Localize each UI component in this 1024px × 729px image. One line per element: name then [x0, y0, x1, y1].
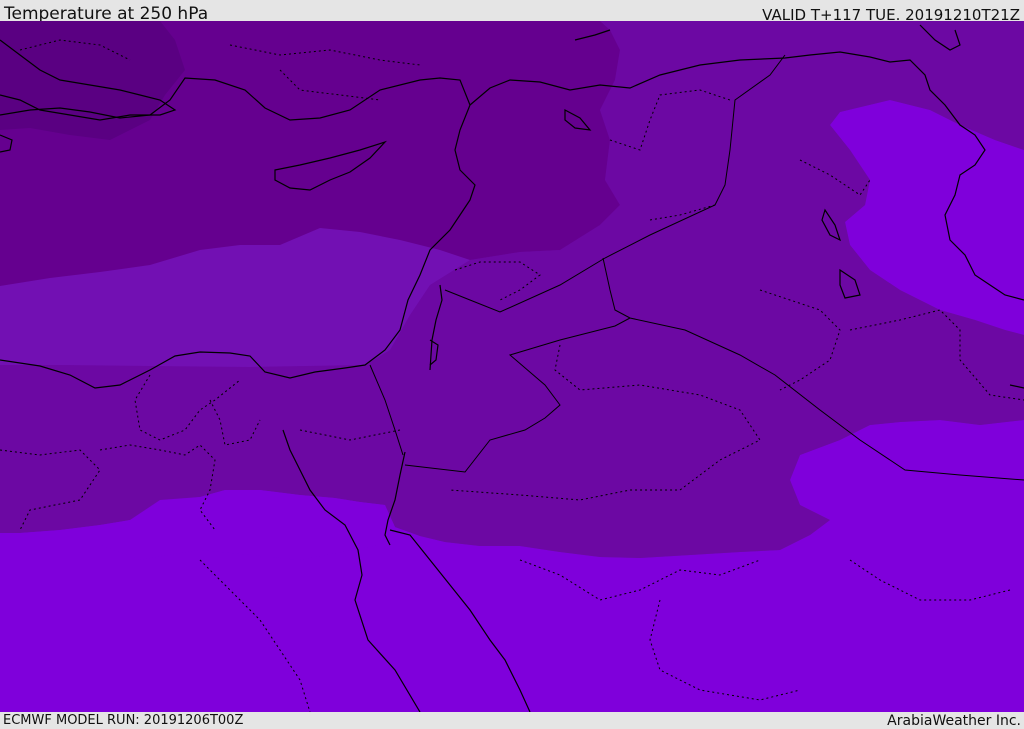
map-view[interactable] — [0, 21, 1024, 712]
footer-bar: ECMWF MODEL RUN: 20191206T00Z ArabiaWeat… — [0, 712, 1024, 729]
header-bar: Temperature at 250 hPa VALID T+117 TUE. … — [0, 0, 1024, 24]
model-run: ECMWF MODEL RUN: 20191206T00Z — [3, 713, 244, 728]
temperature-map — [0, 21, 1024, 712]
credit: ArabiaWeather Inc. — [887, 713, 1021, 729]
